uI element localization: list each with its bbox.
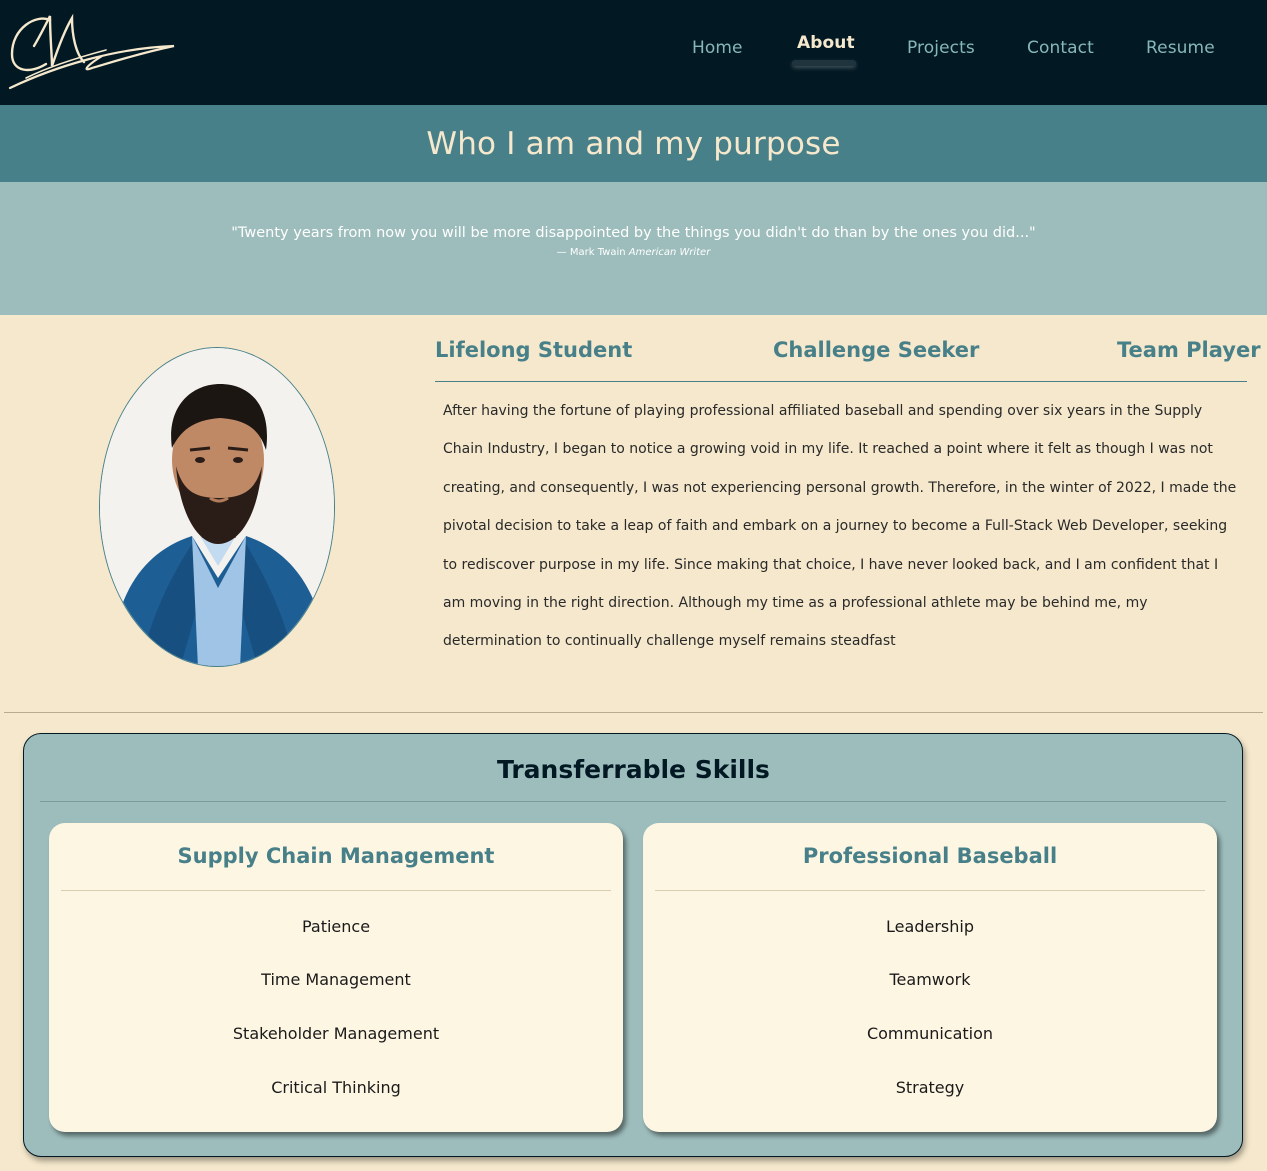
skill-card-supply-chain: Supply Chain Management Patience Time Ma…: [49, 823, 623, 1132]
skills-title: Transferrable Skills: [497, 755, 770, 784]
nav-home-link[interactable]: Home: [692, 38, 743, 58]
traits-divider: [435, 381, 1247, 382]
signature-logo[interactable]: [6, 6, 178, 94]
skill-item: Time Management: [261, 970, 411, 989]
trait-challenge-seeker: Challenge Seeker: [773, 338, 980, 362]
nav-resume-link[interactable]: Resume: [1146, 38, 1215, 58]
trait-team-player: Team Player: [1117, 338, 1261, 362]
quote-author: — Mark Twain American Writer: [0, 247, 1267, 258]
skill-card-title: Professional Baseball: [802, 844, 1058, 868]
skill-item: Leadership: [886, 917, 974, 936]
nav-projects-link[interactable]: Projects: [907, 38, 975, 58]
navbar: Home About Projects Contact Resume: [0, 0, 1267, 105]
skill-item: Communication: [866, 1024, 994, 1043]
skill-item: Stakeholder Management: [232, 1024, 440, 1043]
skill-item: Patience: [301, 917, 371, 936]
quote-author-title: American Writer: [628, 247, 711, 258]
quote-author-name: — Mark Twain: [556, 247, 626, 258]
trait-lifelong-student: Lifelong Student: [435, 338, 633, 362]
skills-divider: [40, 801, 1226, 802]
profile-photo: [99, 347, 335, 667]
section-divider: [4, 712, 1263, 713]
quote-text: "Twenty years from now you will be more …: [231, 225, 1036, 241]
profile-photo-illustration: [100, 348, 334, 666]
skill-card-divider: [61, 890, 611, 891]
page-title: Who I am and my purpose: [426, 125, 841, 162]
nav-active-indicator: [792, 60, 856, 66]
skill-card-title: Supply Chain Management: [177, 844, 495, 868]
skill-card-baseball: Professional Baseball Leadership Teamwor…: [643, 823, 1217, 1132]
skill-item: Teamwork: [889, 970, 971, 989]
nav-contact-link[interactable]: Contact: [1027, 38, 1094, 58]
skill-card-divider: [655, 890, 1205, 891]
skill-item: Strategy: [895, 1078, 965, 1097]
page-title-band: Who I am and my purpose: [0, 105, 1267, 182]
nav-about-link[interactable]: About: [797, 33, 855, 53]
skill-item: Critical Thinking: [271, 1078, 401, 1097]
bio-paragraph: After having the fortune of playing prof…: [443, 403, 1237, 650]
